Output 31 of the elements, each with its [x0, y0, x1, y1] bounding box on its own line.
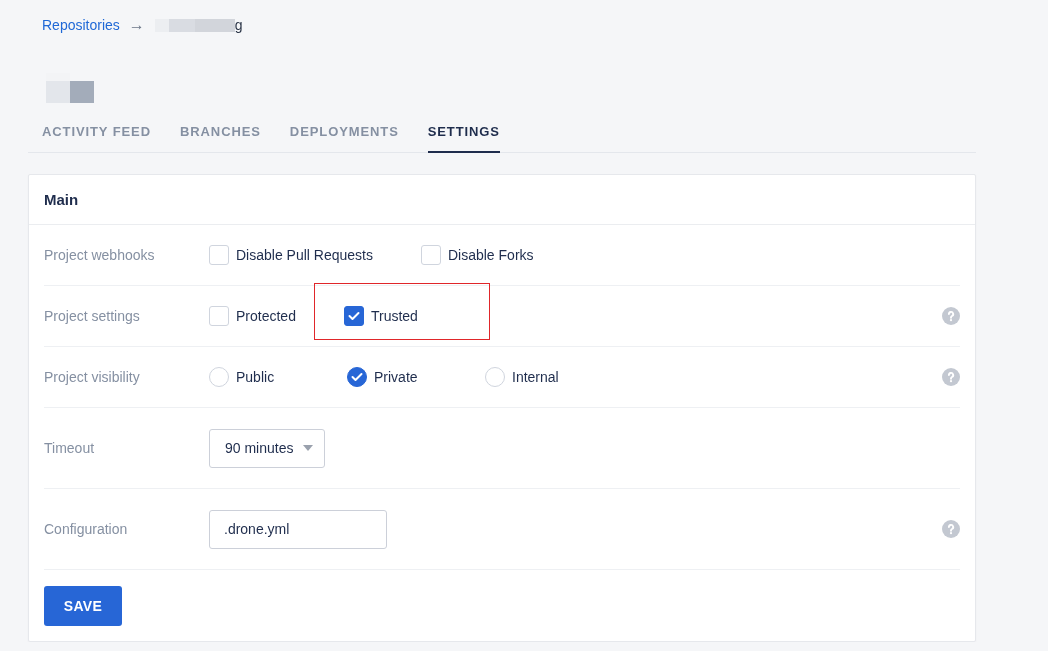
radio-button[interactable] — [347, 367, 367, 387]
card-title: Main — [44, 191, 79, 208]
field-label: Timeout — [44, 440, 96, 456]
tab[interactable]: BRANCHES — [180, 124, 261, 153]
caret-icon — [303, 445, 313, 451]
radio-label: Private — [374, 369, 418, 385]
text-field[interactable]: .drone.yml — [209, 509, 387, 549]
tab[interactable]: ACTIVITY FEED — [42, 124, 151, 153]
timeout-select[interactable]: 90 minutes — [209, 428, 325, 468]
breadcrumb-separator: → — [128, 16, 145, 34]
repo-name: g — [234, 17, 243, 33]
radio-label: Public — [236, 369, 275, 385]
help-icon[interactable] — [942, 520, 960, 538]
checkbox[interactable] — [343, 306, 364, 326]
tab[interactable]: SETTINGS — [427, 124, 500, 153]
field-label: Project webhooks — [44, 247, 156, 263]
checkbox-label: Trusted — [370, 308, 418, 324]
tab[interactable]: DEPLOYMENTS — [289, 124, 399, 153]
field-label: Configuration — [44, 521, 129, 537]
field-label: Project visibility — [44, 369, 141, 385]
check-icon — [347, 311, 360, 321]
check-icon — [351, 372, 363, 382]
field-label: Project settings — [44, 308, 141, 324]
save-button[interactable]: SAVE — [44, 586, 122, 626]
breadcrumb-link[interactable]: Repositories — [42, 17, 120, 33]
checkbox-label: Protected — [236, 308, 296, 324]
help-icon[interactable] — [942, 307, 960, 325]
radio-label: Internal — [512, 369, 559, 385]
checkbox-label: Disable Forks — [447, 247, 534, 263]
checkbox-label: Disable Pull Requests — [236, 247, 373, 263]
help-icon[interactable] — [942, 368, 960, 386]
